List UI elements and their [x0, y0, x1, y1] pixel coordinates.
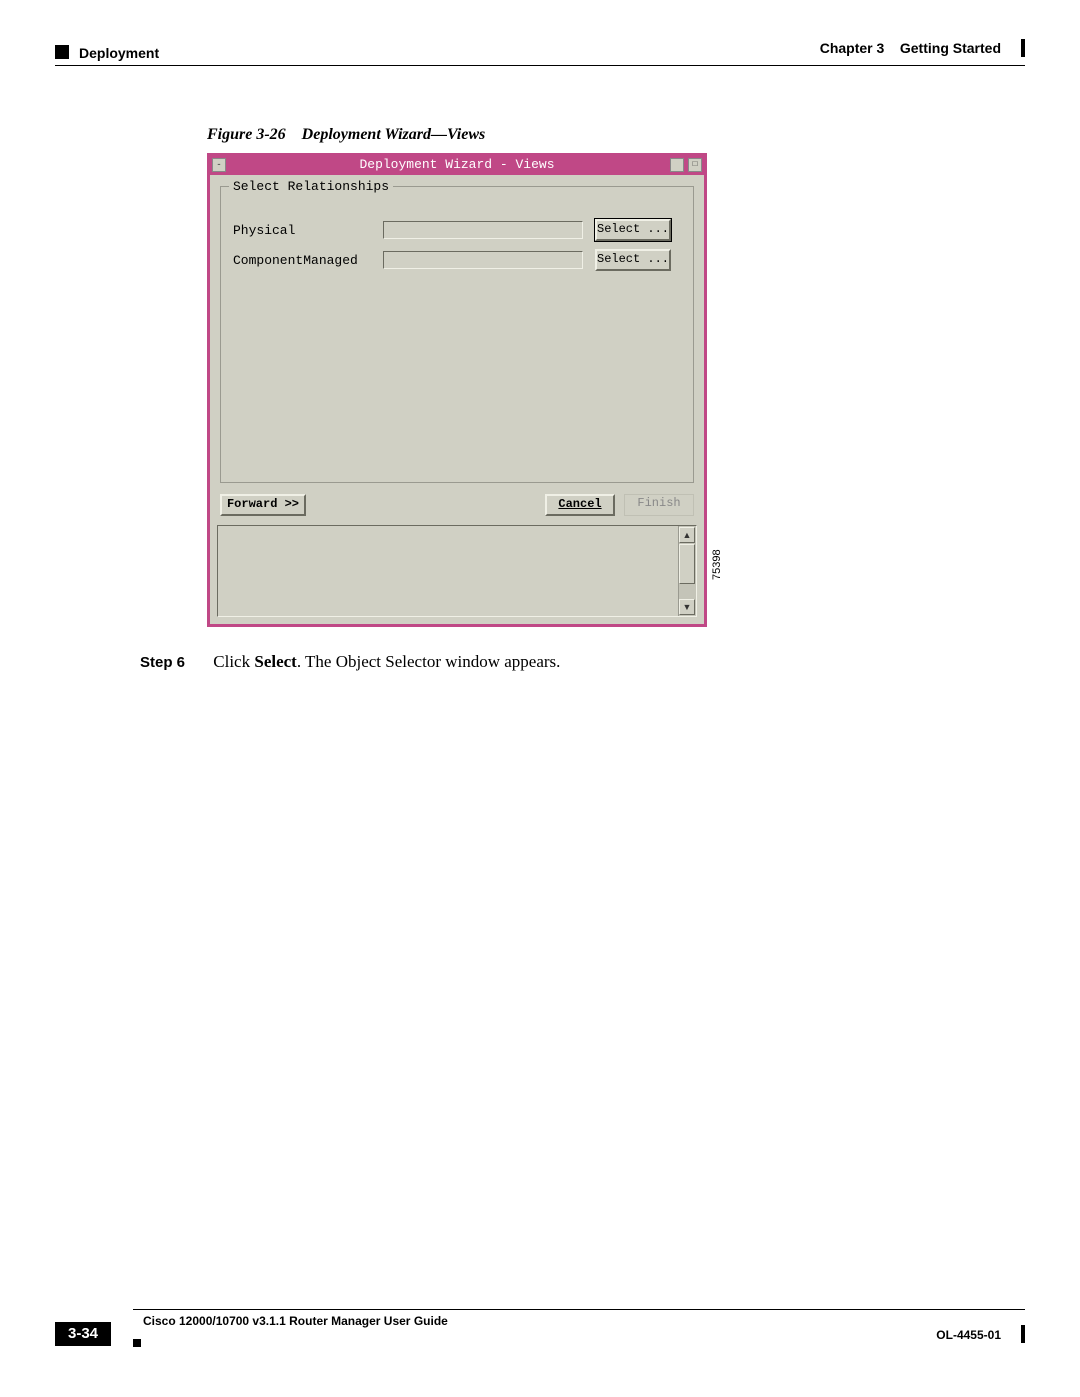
cancel-button[interactable]: Cancel	[545, 494, 615, 516]
step-pre: Click	[213, 652, 254, 671]
finish-button: Finish	[624, 494, 694, 516]
figure-caption: Figure 3-26 Deployment Wizard—Views	[207, 126, 485, 144]
forward-button[interactable]: Forward >>	[220, 494, 306, 516]
page-number: 3-34	[55, 1322, 111, 1346]
window-menu-icon[interactable]: -	[212, 158, 226, 172]
step-bold: Select	[254, 652, 296, 671]
physical-select-button[interactable]: Select ...	[595, 219, 671, 241]
step-label: Step 6	[140, 654, 185, 671]
step-text: Click Select. The Object Selector window…	[213, 652, 560, 671]
wizard-body: Select Relationships Physical Select ...…	[210, 175, 704, 624]
header-bar-icon	[1021, 39, 1025, 57]
footer-bar-icon	[1021, 1325, 1025, 1343]
wizard-title: Deployment Wizard - Views	[359, 157, 554, 172]
cancel-label: Cancel	[558, 497, 601, 511]
footer-rule	[133, 1309, 1025, 1310]
wizard-window: - Deployment Wizard - Views □ Select Rel…	[207, 153, 707, 627]
figure-title: Deployment Wizard—Views	[302, 126, 486, 143]
relationship-row: Physical Select ...	[233, 219, 681, 241]
footer-doc-id: OL-4455-01	[936, 1328, 1001, 1342]
relationships-group: Select Relationships Physical Select ...…	[220, 186, 694, 483]
scroll-down-icon[interactable]: ▼	[679, 599, 695, 615]
scroll-thumb[interactable]	[679, 544, 695, 584]
figure-image-id: 75398	[711, 549, 723, 580]
wizard-nav: Forward >> Cancel Finish	[220, 494, 694, 518]
section-title: Deployment	[79, 45, 159, 61]
minimize-icon[interactable]	[670, 158, 684, 172]
maximize-icon[interactable]: □	[688, 158, 702, 172]
wizard-titlebar: - Deployment Wizard - Views □	[210, 156, 704, 175]
header-marker-icon	[55, 45, 69, 59]
group-title: Select Relationships	[229, 179, 393, 194]
physical-label: Physical	[233, 223, 383, 238]
relationship-row: ComponentManaged Select ...	[233, 249, 681, 271]
log-area: ▲ ▼	[217, 525, 697, 617]
scrollbar[interactable]: ▲ ▼	[678, 526, 696, 616]
physical-input[interactable]	[383, 221, 583, 239]
chapter-number: Chapter 3	[820, 40, 885, 56]
step-post: . The Object Selector window appears.	[297, 652, 561, 671]
figure-label: Figure 3-26	[207, 126, 286, 143]
scroll-up-icon[interactable]: ▲	[679, 527, 695, 543]
header-rule	[55, 65, 1025, 66]
chapter-title: Chapter 3 Getting Started	[820, 40, 1001, 56]
step-instruction: Step 6 Click Select. The Object Selector…	[140, 652, 560, 672]
page-footer: Cisco 12000/10700 v3.1.1 Router Manager …	[55, 1309, 1025, 1349]
componentmanaged-label: ComponentManaged	[233, 253, 383, 268]
page-header: Deployment Chapter 3 Getting Started	[55, 43, 1025, 67]
componentmanaged-input[interactable]	[383, 251, 583, 269]
footer-marker-icon	[133, 1339, 141, 1347]
chapter-name: Getting Started	[900, 40, 1001, 56]
footer-guide-title: Cisco 12000/10700 v3.1.1 Router Manager …	[143, 1314, 448, 1328]
componentmanaged-select-button[interactable]: Select ...	[595, 249, 671, 271]
